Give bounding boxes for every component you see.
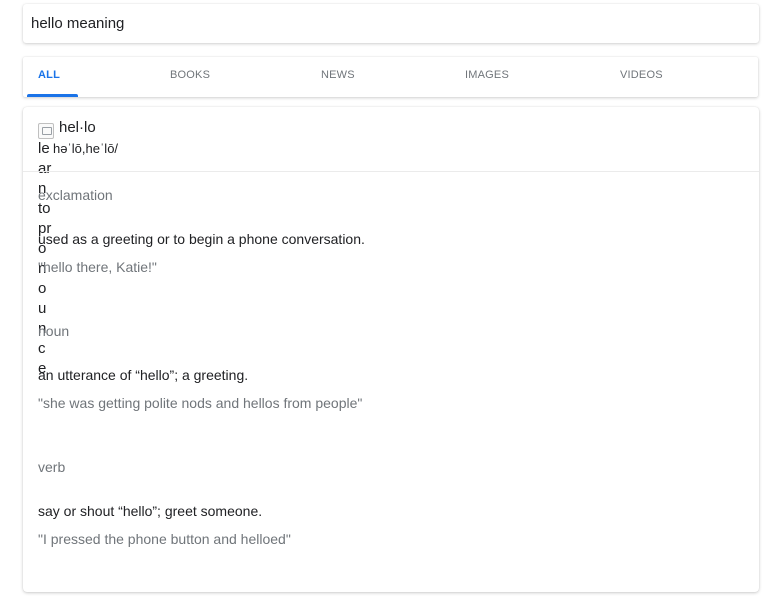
tab-images[interactable]: IMAGES bbox=[465, 69, 509, 81]
part-of-speech-verb: verb bbox=[38, 459, 66, 475]
search-bar[interactable] bbox=[23, 4, 759, 43]
definition-exclamation: used as a greeting or to begin a phone c… bbox=[38, 231, 365, 247]
tab-news[interactable]: NEWS bbox=[321, 69, 355, 81]
phonetic-spelling: həˈlō,heˈlō/ bbox=[53, 141, 119, 156]
definition-verb: say or shout “hello”; greet someone. bbox=[38, 503, 263, 519]
example-noun: "she was getting polite nods and hellos … bbox=[38, 395, 363, 411]
tab-books[interactable]: BOOKS bbox=[170, 69, 210, 81]
part-of-speech-noun: noun bbox=[38, 323, 70, 339]
part-of-speech-exclamation: exclamation bbox=[38, 187, 113, 203]
headword: hel·lo bbox=[59, 119, 96, 136]
tab-bar: ALL BOOKS NEWS IMAGES VIDEOS bbox=[23, 57, 758, 97]
tab-all[interactable]: ALL bbox=[38, 69, 60, 81]
speaker-icon[interactable] bbox=[38, 123, 54, 139]
divider bbox=[23, 171, 759, 172]
example-verb: "I pressed the phone button and helloed" bbox=[38, 531, 291, 547]
search-input[interactable] bbox=[31, 12, 731, 34]
tab-videos[interactable]: VIDEOS bbox=[620, 69, 663, 81]
active-tab-indicator bbox=[27, 94, 78, 97]
dictionary-card: learn to pronounce hel·lo həˈlō,heˈlō/ e… bbox=[23, 107, 759, 592]
definition-noun: an utterance of “hello”; a greeting. bbox=[38, 367, 249, 383]
example-exclamation: "hello there, Katie!" bbox=[38, 259, 157, 275]
